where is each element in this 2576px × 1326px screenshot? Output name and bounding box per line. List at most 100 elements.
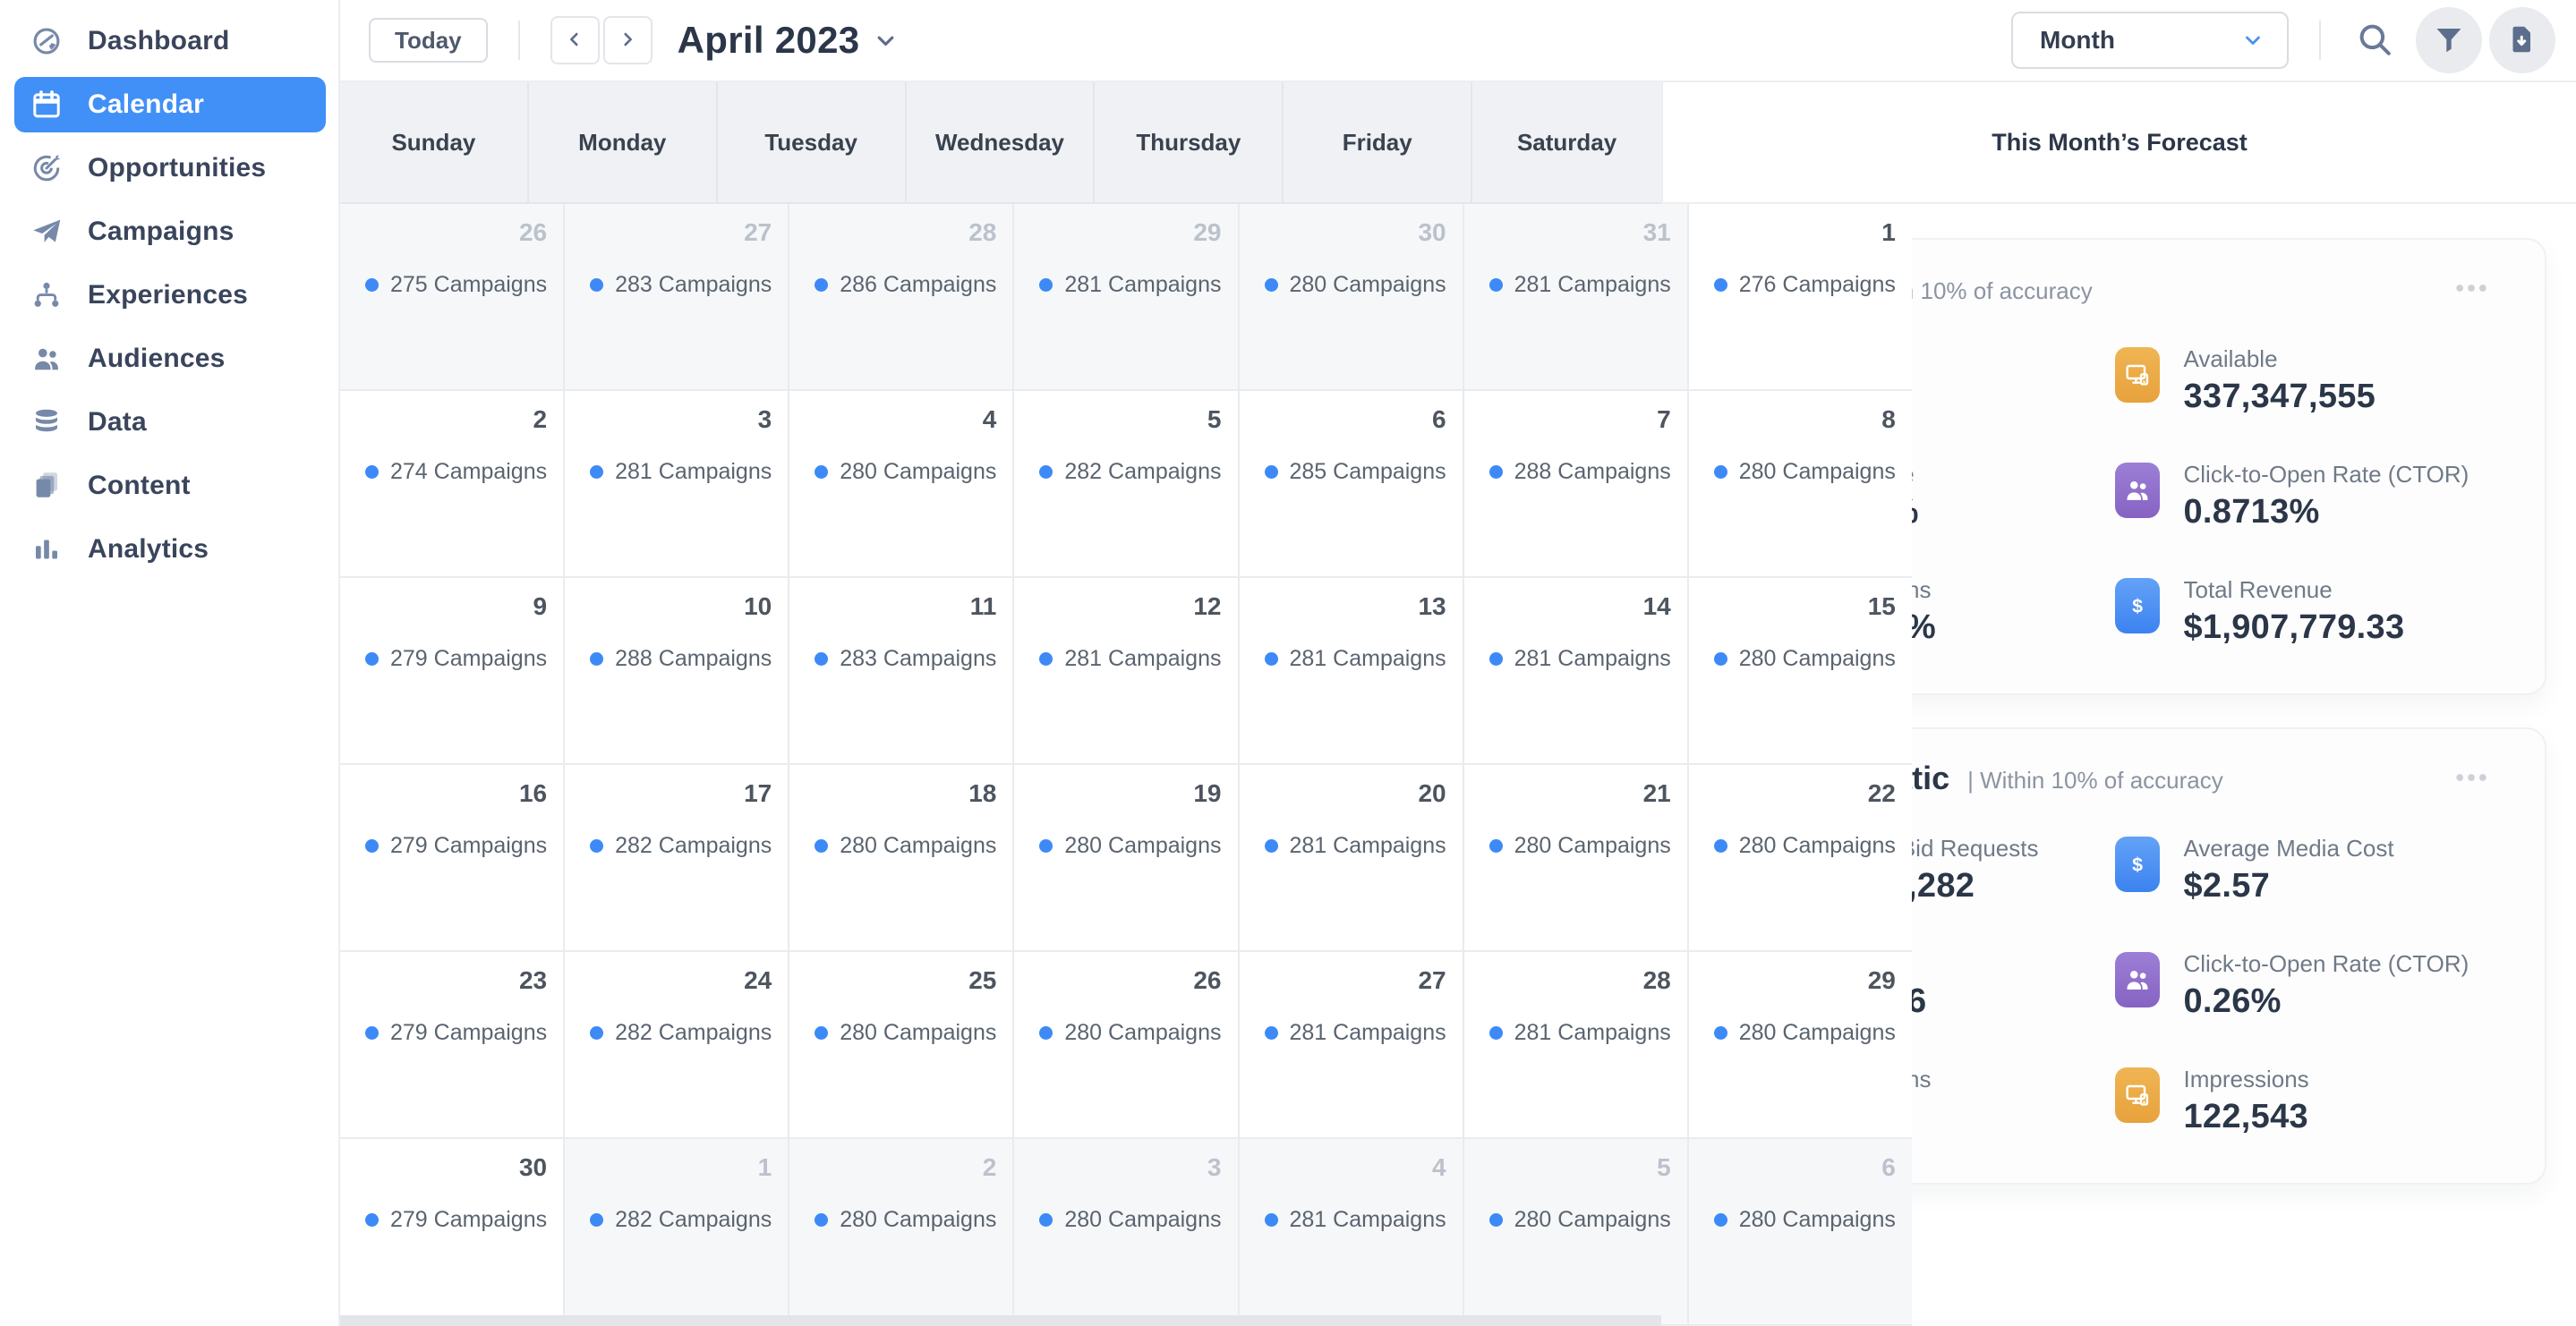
campaign-count-item[interactable]: 275 Campaigns — [353, 272, 547, 298]
calendar-day-cell[interactable]: 4 281 Campaigns — [1240, 1139, 1464, 1326]
calendar-day-cell[interactable]: 3 281 Campaigns — [565, 391, 789, 578]
export-button[interactable] — [2489, 7, 2555, 73]
calendar-day-cell[interactable]: 24 282 Campaigns — [565, 952, 789, 1139]
campaign-count-item[interactable]: 281 Campaigns — [1252, 646, 1446, 672]
campaign-count-item[interactable]: 279 Campaigns — [353, 646, 547, 672]
campaign-count-item[interactable]: 281 Campaigns — [1477, 1020, 1671, 1046]
campaign-count-item[interactable]: 286 Campaigns — [802, 272, 996, 298]
previous-month-button[interactable] — [550, 16, 600, 64]
campaign-count-item[interactable]: 280 Campaigns — [802, 1207, 996, 1233]
calendar-day-cell[interactable]: 27 283 Campaigns — [565, 204, 789, 391]
campaign-count-item[interactable]: 281 Campaigns — [1252, 1020, 1446, 1046]
calendar-day-cell[interactable]: 28 286 Campaigns — [789, 204, 1014, 391]
calendar-day-cell[interactable]: 21 280 Campaigns — [1464, 765, 1689, 952]
view-select[interactable]: Month — [2011, 12, 2289, 69]
campaign-count-item[interactable]: 281 Campaigns — [1477, 272, 1671, 298]
campaign-count-item[interactable]: 282 Campaigns — [577, 1020, 772, 1046]
calendar-day-cell[interactable]: 9 279 Campaigns — [340, 578, 565, 765]
campaign-count-item[interactable]: 285 Campaigns — [1252, 459, 1446, 485]
campaign-count-item[interactable]: 274 Campaigns — [353, 459, 547, 485]
campaign-count-item[interactable]: 281 Campaigns — [1477, 646, 1671, 672]
campaign-count-item[interactable]: 282 Campaigns — [1027, 459, 1221, 485]
calendar-day-cell[interactable]: 2 274 Campaigns — [340, 391, 565, 578]
calendar-day-cell[interactable]: 23 279 Campaigns — [340, 952, 565, 1139]
today-button[interactable]: Today — [369, 18, 488, 63]
campaign-count-item[interactable]: 281 Campaigns — [1027, 646, 1221, 672]
calendar-day-cell[interactable]: 20 281 Campaigns — [1240, 765, 1464, 952]
calendar-day-cell[interactable]: 10 288 Campaigns — [565, 578, 789, 765]
campaign-count-item[interactable]: 280 Campaigns — [1027, 1020, 1221, 1046]
campaign-count-item[interactable]: 280 Campaigns — [802, 459, 996, 485]
calendar-day-cell[interactable]: 2 280 Campaigns — [789, 1139, 1014, 1326]
filter-button[interactable] — [2416, 7, 2482, 73]
calendar-day-cell[interactable]: 27 281 Campaigns — [1240, 952, 1464, 1139]
card-menu-button[interactable] — [2446, 271, 2496, 307]
calendar-day-cell[interactable]: 3 280 Campaigns — [1014, 1139, 1239, 1326]
calendar-day-cell[interactable]: 13 281 Campaigns — [1240, 578, 1464, 765]
campaign-count-item[interactable]: 280 Campaigns — [1702, 1207, 1896, 1233]
sidebar-item-experiences[interactable]: Experiences — [14, 268, 326, 323]
calendar-day-cell[interactable]: 26 275 Campaigns — [340, 204, 565, 391]
campaign-count-item[interactable]: 281 Campaigns — [1027, 272, 1221, 298]
calendar-day-cell[interactable]: 14 281 Campaigns — [1464, 578, 1689, 765]
campaign-count-item[interactable]: 279 Campaigns — [353, 1207, 547, 1233]
calendar-day-cell[interactable]: 1 276 Campaigns — [1689, 204, 1912, 391]
calendar-day-cell[interactable]: 4 280 Campaigns — [789, 391, 1014, 578]
calendar-day-cell[interactable]: 17 282 Campaigns — [565, 765, 789, 952]
calendar-day-cell[interactable]: 30 280 Campaigns — [1240, 204, 1464, 391]
campaign-count-item[interactable]: 280 Campaigns — [1702, 646, 1896, 672]
sidebar-item-audiences[interactable]: Audiences — [14, 331, 326, 387]
sidebar-item-analytics[interactable]: Analytics — [14, 522, 326, 577]
search-button[interactable] — [2351, 17, 2398, 64]
sidebar-item-opportunities[interactable]: Opportunities — [14, 140, 326, 196]
campaign-count-item[interactable]: 280 Campaigns — [1702, 459, 1896, 485]
campaign-count-item[interactable]: 276 Campaigns — [1702, 272, 1896, 298]
next-month-button[interactable] — [603, 16, 653, 64]
calendar-day-cell[interactable]: 29 281 Campaigns — [1014, 204, 1239, 391]
campaign-count-item[interactable]: 280 Campaigns — [802, 833, 996, 859]
campaign-count-item[interactable]: 288 Campaigns — [577, 646, 772, 672]
month-title-dropdown[interactable]: April 2023 — [678, 19, 899, 62]
card-menu-button[interactable] — [2446, 761, 2496, 796]
campaign-count-item[interactable]: 283 Campaigns — [802, 646, 996, 672]
calendar-day-cell[interactable]: 28 281 Campaigns — [1464, 952, 1689, 1139]
calendar-day-cell[interactable]: 16 279 Campaigns — [340, 765, 565, 952]
campaign-count-item[interactable]: 283 Campaigns — [577, 272, 772, 298]
calendar-day-cell[interactable]: 6 280 Campaigns — [1689, 1139, 1912, 1326]
calendar-day-cell[interactable]: 31 281 Campaigns — [1464, 204, 1689, 391]
calendar-day-cell[interactable]: 15 280 Campaigns — [1689, 578, 1912, 765]
calendar-day-cell[interactable]: 30 279 Campaigns — [340, 1139, 565, 1326]
calendar-day-cell[interactable]: 8 280 Campaigns — [1689, 391, 1912, 578]
campaign-count-item[interactable]: 281 Campaigns — [577, 459, 772, 485]
calendar-day-cell[interactable]: 7 288 Campaigns — [1464, 391, 1689, 578]
campaign-count-item[interactable]: 281 Campaigns — [1252, 833, 1446, 859]
calendar-day-cell[interactable]: 19 280 Campaigns — [1014, 765, 1239, 952]
horizontal-scrollbar[interactable] — [340, 1315, 1661, 1326]
calendar-day-cell[interactable]: 12 281 Campaigns — [1014, 578, 1239, 765]
sidebar-item-data[interactable]: Data — [14, 395, 326, 450]
campaign-count-item[interactable]: 280 Campaigns — [1027, 1207, 1221, 1233]
calendar-day-cell[interactable]: 11 283 Campaigns — [789, 578, 1014, 765]
sidebar-item-campaigns[interactable]: Campaigns — [14, 204, 326, 259]
campaign-count-item[interactable]: 280 Campaigns — [1477, 833, 1671, 859]
campaign-count-item[interactable]: 281 Campaigns — [1252, 1207, 1446, 1233]
sidebar-item-dashboard[interactable]: Dashboard — [14, 13, 326, 69]
campaign-count-item[interactable]: 282 Campaigns — [577, 1207, 772, 1233]
calendar-day-cell[interactable]: 25 280 Campaigns — [789, 952, 1014, 1139]
campaign-count-item[interactable]: 280 Campaigns — [1702, 1020, 1896, 1046]
sidebar-item-calendar[interactable]: Calendar — [14, 77, 326, 132]
campaign-count-item[interactable]: 282 Campaigns — [577, 833, 772, 859]
calendar-day-cell[interactable]: 5 282 Campaigns — [1014, 391, 1239, 578]
calendar-day-cell[interactable]: 6 285 Campaigns — [1240, 391, 1464, 578]
calendar-day-cell[interactable]: 5 280 Campaigns — [1464, 1139, 1689, 1326]
sidebar-item-content[interactable]: Content — [14, 458, 326, 514]
calendar-day-cell[interactable]: 22 280 Campaigns — [1689, 765, 1912, 952]
calendar-day-cell[interactable]: 18 280 Campaigns — [789, 765, 1014, 952]
calendar-day-cell[interactable]: 29 280 Campaigns — [1689, 952, 1912, 1139]
campaign-count-item[interactable]: 280 Campaigns — [1702, 833, 1896, 859]
calendar-day-cell[interactable]: 26 280 Campaigns — [1014, 952, 1239, 1139]
campaign-count-item[interactable]: 280 Campaigns — [802, 1020, 996, 1046]
calendar-day-cell[interactable]: 1 282 Campaigns — [565, 1139, 789, 1326]
campaign-count-item[interactable]: 280 Campaigns — [1477, 1207, 1671, 1233]
campaign-count-item[interactable]: 279 Campaigns — [353, 1020, 547, 1046]
